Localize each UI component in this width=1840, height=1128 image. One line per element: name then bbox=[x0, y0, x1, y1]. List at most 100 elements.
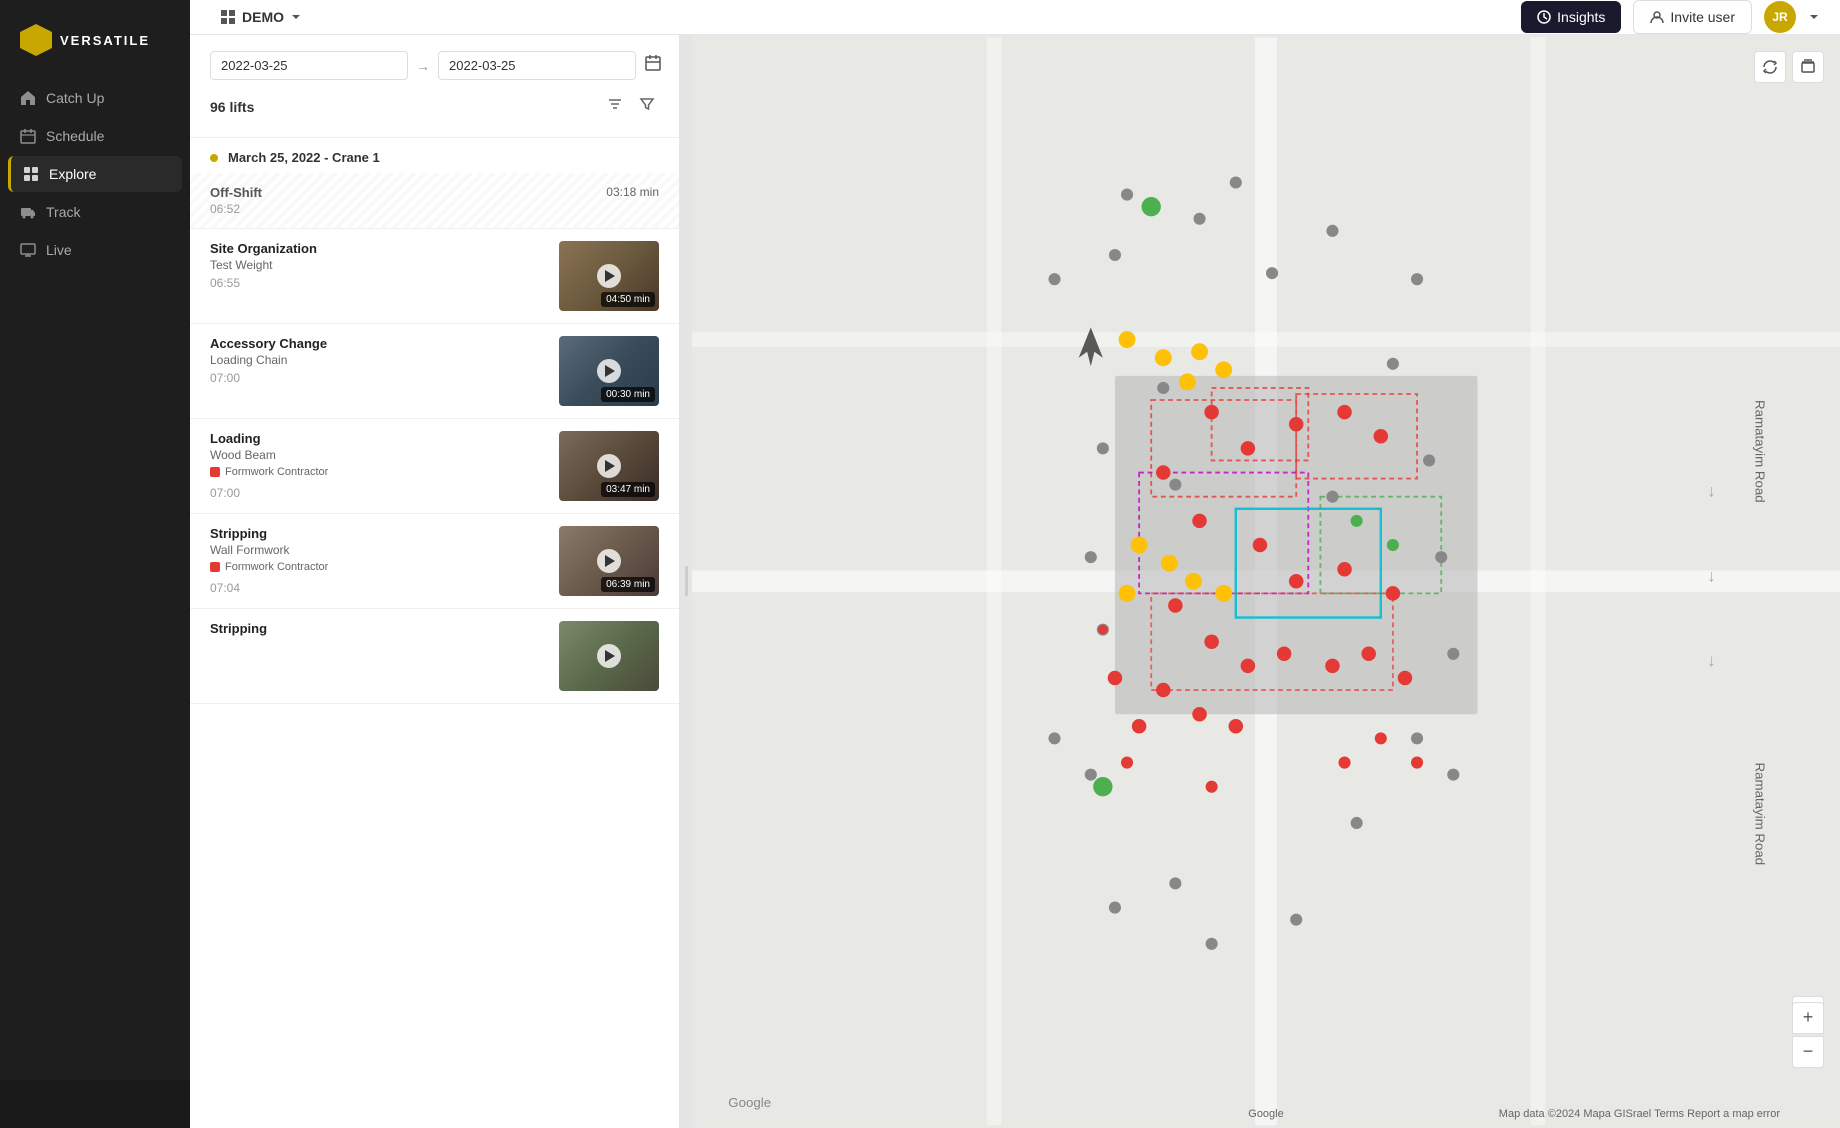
layers-button[interactable] bbox=[1792, 51, 1824, 83]
play-button[interactable] bbox=[597, 644, 621, 668]
list-item[interactable]: Stripping Wall Formwork Formwork Contrac… bbox=[190, 514, 679, 609]
lift-time: 07:04 bbox=[210, 581, 547, 595]
map-footer-google: Google bbox=[1248, 1108, 1283, 1120]
lift-thumbnail[interactable] bbox=[559, 621, 659, 691]
sidebar-item-schedule[interactable]: Schedule bbox=[8, 118, 182, 154]
date-arrow: → bbox=[416, 58, 430, 74]
user-menu-chevron[interactable] bbox=[1808, 11, 1820, 23]
sidebar-item-live[interactable]: Live bbox=[8, 232, 182, 268]
lift-info: Stripping Wall Formwork Formwork Contrac… bbox=[210, 526, 547, 595]
sort-button[interactable] bbox=[603, 92, 627, 121]
date-from-input[interactable] bbox=[210, 51, 408, 80]
lift-info: Site Organization Test Weight 06:55 bbox=[210, 241, 547, 290]
grid-icon bbox=[23, 166, 39, 182]
play-button[interactable] bbox=[597, 454, 621, 478]
zoom-in-button[interactable]: + bbox=[1792, 1002, 1824, 1034]
topbar: DEMO Insights Invite user JR bbox=[190, 0, 1840, 35]
svg-text:↓: ↓ bbox=[1707, 482, 1715, 501]
logo-text: VERSATILE bbox=[60, 33, 150, 48]
home-icon bbox=[20, 90, 36, 106]
invite-user-button[interactable]: Invite user bbox=[1633, 0, 1752, 34]
zoom-out-button[interactable]: − bbox=[1792, 1036, 1824, 1068]
thumb-duration: 00:30 min bbox=[601, 387, 655, 402]
lift-thumbnail[interactable]: 06:39 min bbox=[559, 526, 659, 596]
calendar-icon[interactable] bbox=[644, 54, 662, 77]
date-to-input[interactable] bbox=[438, 51, 636, 80]
lift-time: 06:55 bbox=[210, 276, 547, 290]
tag-color-dot bbox=[210, 562, 220, 572]
play-button[interactable] bbox=[597, 264, 621, 288]
off-shift-label: Off-Shift bbox=[210, 185, 262, 200]
svg-text:↓: ↓ bbox=[1707, 651, 1715, 670]
insights-button[interactable]: Insights bbox=[1521, 1, 1621, 33]
chevron-down-icon bbox=[290, 11, 302, 23]
sidebar-label-live: Live bbox=[46, 242, 72, 258]
lift-info: Accessory Change Loading Chain 07:00 bbox=[210, 336, 547, 385]
play-button[interactable] bbox=[597, 549, 621, 573]
lift-thumbnail[interactable]: 03:47 min bbox=[559, 431, 659, 501]
date-range-row: → bbox=[210, 51, 659, 80]
map-data-label: Map data ©2024 Mapa GISrael Terms Report… bbox=[1499, 1108, 1780, 1120]
map-controls-top bbox=[1754, 51, 1824, 83]
rotate-map-button[interactable] bbox=[1754, 51, 1786, 83]
user-icon bbox=[1650, 10, 1664, 24]
lift-time: 07:00 bbox=[210, 486, 547, 500]
sidebar-nav: Catch Up Schedule Explore Track Live bbox=[0, 80, 190, 268]
lift-type: Site Organization bbox=[210, 241, 547, 256]
svg-text:Google: Google bbox=[728, 1095, 771, 1110]
group-header: March 25, 2022 - Crane 1 bbox=[190, 138, 679, 173]
lift-subtype: Wall Formwork bbox=[210, 543, 547, 557]
group-dot bbox=[210, 154, 218, 162]
logo: VERSATILE bbox=[0, 16, 190, 80]
tag-label: Formwork Contractor bbox=[225, 561, 328, 573]
lift-panel-header: → 96 lifts bbox=[190, 35, 679, 138]
layout-icon bbox=[220, 9, 236, 25]
off-shift-duration: 03:18 min bbox=[606, 185, 659, 199]
lift-info: Stripping bbox=[210, 621, 547, 636]
lift-type: Stripping bbox=[210, 526, 547, 541]
play-button[interactable] bbox=[597, 359, 621, 383]
lift-thumbnail[interactable]: 04:50 min bbox=[559, 241, 659, 311]
thumb-duration: 04:50 min bbox=[601, 292, 655, 307]
thumb-duration: 06:39 min bbox=[601, 577, 655, 592]
user-avatar[interactable]: JR bbox=[1764, 1, 1796, 33]
off-shift-item[interactable]: Off-Shift 06:52 03:18 min bbox=[190, 173, 679, 229]
off-shift-time: 06:52 bbox=[210, 202, 262, 216]
panel-collapse-handle[interactable] bbox=[680, 35, 692, 1128]
lift-subtype: Test Weight bbox=[210, 258, 547, 272]
sidebar-label-track: Track bbox=[46, 204, 80, 220]
monitor-icon bbox=[20, 242, 36, 258]
sidebar-item-catch-up[interactable]: Catch Up bbox=[8, 80, 182, 116]
lift-panel: → 96 lifts bbox=[190, 35, 680, 1128]
lift-info: Loading Wood Beam Formwork Contractor 07… bbox=[210, 431, 547, 500]
map-footer-right: Map data ©2024 Mapa GISrael Terms Report… bbox=[1499, 1108, 1780, 1120]
logo-icon bbox=[20, 24, 52, 56]
list-item[interactable]: Loading Wood Beam Formwork Contractor 07… bbox=[190, 419, 679, 514]
map-svg: Ramatayim Road Ramatayim Road bbox=[692, 35, 1840, 1128]
lift-subtype: Wood Beam bbox=[210, 448, 547, 462]
lifts-controls bbox=[603, 92, 659, 121]
filter-button[interactable] bbox=[635, 92, 659, 121]
insights-label: Insights bbox=[1557, 9, 1605, 25]
lifts-count-row: 96 lifts bbox=[210, 92, 659, 121]
map-area[interactable]: Ramatayim Road Ramatayim Road bbox=[692, 35, 1840, 1128]
chart-icon bbox=[1537, 10, 1551, 24]
lift-time: 07:00 bbox=[210, 371, 547, 385]
calendar-icon bbox=[20, 128, 36, 144]
lift-type: Stripping bbox=[210, 621, 547, 636]
list-item[interactable]: Stripping bbox=[190, 609, 679, 704]
sidebar-item-explore[interactable]: Explore bbox=[8, 156, 182, 192]
sidebar-item-track[interactable]: Track bbox=[8, 194, 182, 230]
svg-text:Ramatayim Road: Ramatayim Road bbox=[1752, 763, 1767, 866]
group-label: March 25, 2022 - Crane 1 bbox=[228, 150, 380, 165]
lift-thumbnail[interactable]: 00:30 min bbox=[559, 336, 659, 406]
list-item[interactable]: Site Organization Test Weight 06:55 04:5… bbox=[190, 229, 679, 324]
project-selector[interactable]: DEMO bbox=[210, 3, 312, 31]
tag-color-dot bbox=[210, 467, 220, 477]
map-zoom-controls: + − bbox=[1792, 1002, 1824, 1068]
sidebar-label-schedule: Schedule bbox=[46, 128, 104, 144]
list-item[interactable]: Accessory Change Loading Chain 07:00 00:… bbox=[190, 324, 679, 419]
lift-type: Loading bbox=[210, 431, 547, 446]
lift-tag: Formwork Contractor bbox=[210, 466, 328, 478]
project-name: DEMO bbox=[242, 9, 284, 25]
